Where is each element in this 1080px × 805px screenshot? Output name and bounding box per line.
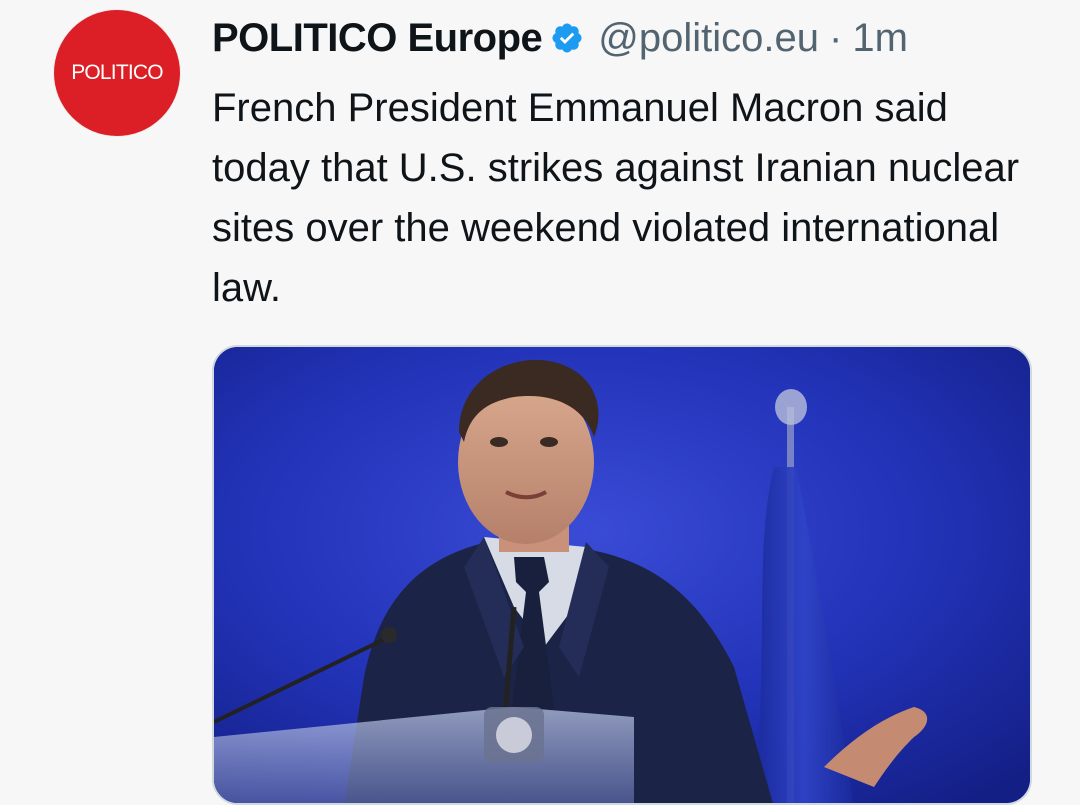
separator-dot: ·	[829, 15, 843, 60]
verified-badge-icon[interactable]	[550, 21, 584, 55]
post-text: French President Emmanuel Macron said to…	[212, 86, 1020, 310]
post-timestamp[interactable]: 1m	[852, 16, 908, 61]
author-handle[interactable]: @politico.eu	[598, 16, 819, 61]
post-media-photo[interactable]	[212, 345, 1032, 805]
post-header: POLITICO Europe @politico.eu · 1m	[212, 14, 908, 62]
author-display-name[interactable]: POLITICO Europe	[212, 16, 543, 61]
photo-illustration	[214, 347, 1030, 803]
avatar-logo-text: POLITICO	[71, 61, 163, 84]
avatar[interactable]: POLITICO	[54, 10, 180, 136]
